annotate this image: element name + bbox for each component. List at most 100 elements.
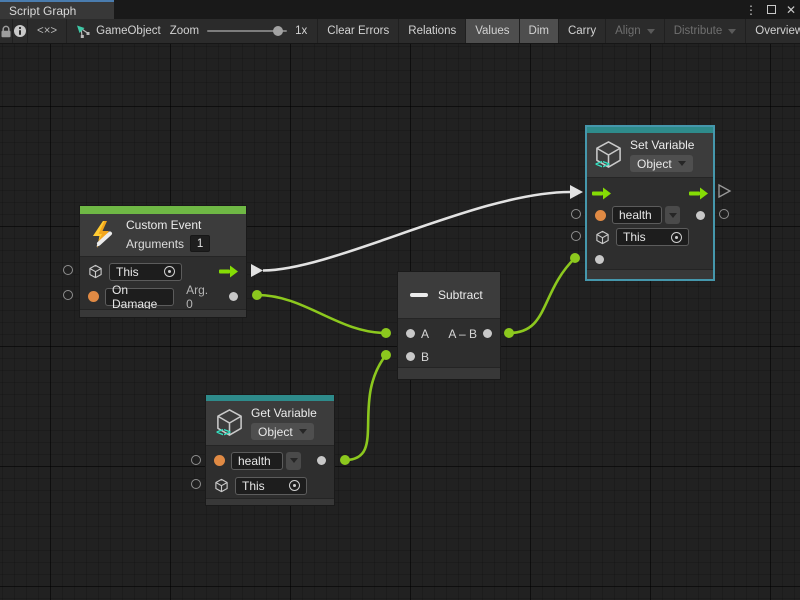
arguments-label: Arguments <box>126 237 184 251</box>
value-wire-arg-to-a[interactable] <box>257 295 386 333</box>
event-name-field[interactable]: On Damage <box>105 288 174 306</box>
maximize-icon[interactable] <box>767 5 776 14</box>
align-dropdown[interactable]: Align <box>606 19 665 43</box>
script-graph-icon <box>76 25 90 38</box>
zoom-slider[interactable] <box>207 30 287 32</box>
value-out-port[interactable] <box>317 456 326 465</box>
port-ring <box>571 209 581 219</box>
flow-in-port[interactable] <box>592 187 611 200</box>
graph-canvas[interactable]: Custom Event Arguments 1 This <box>0 44 800 600</box>
flow-out-port[interactable] <box>689 187 708 200</box>
wire-endpoint <box>570 253 580 263</box>
node-custom-event[interactable]: Custom Event Arguments 1 This <box>79 205 247 318</box>
relations-button[interactable]: Relations <box>399 19 466 43</box>
info-icon <box>13 24 27 38</box>
arguments-count-field[interactable]: 1 <box>190 235 210 252</box>
node-get-variable[interactable]: <> Get Variable Object health <box>205 394 335 506</box>
node-title: Custom Event <box>126 218 210 232</box>
wire-endpoint <box>504 328 514 338</box>
gameobject-label: GameObject <box>96 25 161 37</box>
lock-button[interactable] <box>0 19 13 43</box>
code-icon: <×> <box>37 25 57 37</box>
value-out-port[interactable] <box>696 211 705 220</box>
variable-scope-dropdown[interactable]: Object <box>251 423 314 440</box>
cube-icon <box>214 478 229 493</box>
cube-icon <box>88 264 103 279</box>
tab-bar: Script Graph ⋮ ✕ <box>0 0 800 19</box>
custom-event-icon <box>89 220 119 250</box>
node-color-bar <box>80 206 246 214</box>
input-b-port[interactable] <box>406 352 415 361</box>
wire-endpoint <box>252 290 262 300</box>
variable-name-field[interactable]: health <box>231 452 283 470</box>
value-port[interactable] <box>229 292 238 301</box>
node-footer <box>587 269 713 279</box>
flow-wire[interactable] <box>263 192 570 271</box>
variable-name-dropdown[interactable] <box>665 206 680 224</box>
node-footer <box>206 498 334 505</box>
wire-endpoint <box>340 455 350 465</box>
svg-text:<>: <> <box>216 424 232 438</box>
chevron-down-icon <box>669 213 677 218</box>
minus-icon <box>410 293 428 297</box>
inspect-button[interactable] <box>13 19 28 43</box>
node-title: Subtract <box>438 288 483 302</box>
variable-name-dropdown[interactable] <box>286 452 301 470</box>
carry-toggle[interactable]: Carry <box>559 19 606 43</box>
variable-name-field[interactable]: health <box>612 206 662 224</box>
overview-button[interactable]: Overview <box>746 19 800 43</box>
flow-wire-source-arrow-icon <box>251 264 263 277</box>
event-port-dot[interactable] <box>88 291 99 302</box>
graph-owner[interactable]: GameObject <box>67 19 170 43</box>
object-picker-icon[interactable] <box>164 266 175 277</box>
object-picker-icon[interactable] <box>289 480 300 491</box>
target-field[interactable]: This <box>235 477 307 495</box>
output-port[interactable] <box>483 329 492 338</box>
zoom-value: 1x <box>295 25 307 37</box>
node-footer <box>398 367 500 379</box>
values-toggle[interactable]: Values <box>466 19 519 43</box>
lock-icon <box>0 25 12 38</box>
chevron-down-icon <box>678 161 686 166</box>
dim-toggle[interactable]: Dim <box>520 19 559 43</box>
node-title: Get Variable <box>251 406 317 420</box>
object-picker-icon[interactable] <box>671 232 682 243</box>
variable-icon: <> <box>594 140 623 170</box>
chevron-down-icon <box>299 429 307 434</box>
distribute-dropdown[interactable]: Distribute <box>665 19 747 43</box>
flow-out-hint-arrow-icon[interactable] <box>719 185 730 197</box>
variable-icon: <> <box>215 408 244 438</box>
target-field[interactable]: This <box>109 263 182 281</box>
variable-port-dot[interactable] <box>214 455 225 466</box>
flow-out-port[interactable] <box>219 265 238 278</box>
node-subtract[interactable]: Subtract A A – B B <box>397 271 501 380</box>
port-ring <box>63 290 73 300</box>
node-set-variable[interactable]: <> Set Variable Object <box>585 125 715 281</box>
close-icon[interactable]: ✕ <box>786 4 796 16</box>
port-ring <box>63 265 73 275</box>
port-ring <box>571 231 581 241</box>
zoom-slider-handle[interactable] <box>273 26 283 36</box>
node-title: Set Variable <box>630 138 694 152</box>
input-a-port[interactable] <box>406 329 415 338</box>
value-wire-get-to-b[interactable] <box>345 355 386 460</box>
cube-icon <box>595 230 610 245</box>
variable-scope-dropdown[interactable]: Object <box>630 155 693 172</box>
tab-script-graph[interactable]: Script Graph <box>0 0 114 19</box>
variable-port-dot[interactable] <box>595 210 606 221</box>
tab-label: Script Graph <box>9 4 76 18</box>
port-ring <box>719 209 729 219</box>
svg-text:<>: <> <box>595 156 611 170</box>
chevron-down-icon <box>728 29 736 34</box>
edit-graph-button[interactable]: <×> <box>28 19 67 43</box>
kebab-menu-icon[interactable]: ⋮ <box>745 4 757 16</box>
value-in-port[interactable] <box>595 255 604 264</box>
node-footer <box>80 309 246 317</box>
clear-errors-button[interactable]: Clear Errors <box>317 19 399 43</box>
port-ring <box>191 455 201 465</box>
target-field[interactable]: This <box>616 228 689 246</box>
port-ring <box>191 479 201 489</box>
value-wire-sub-to-set[interactable] <box>509 258 575 333</box>
zoom-label: Zoom <box>170 25 199 37</box>
chevron-down-icon <box>290 458 298 463</box>
